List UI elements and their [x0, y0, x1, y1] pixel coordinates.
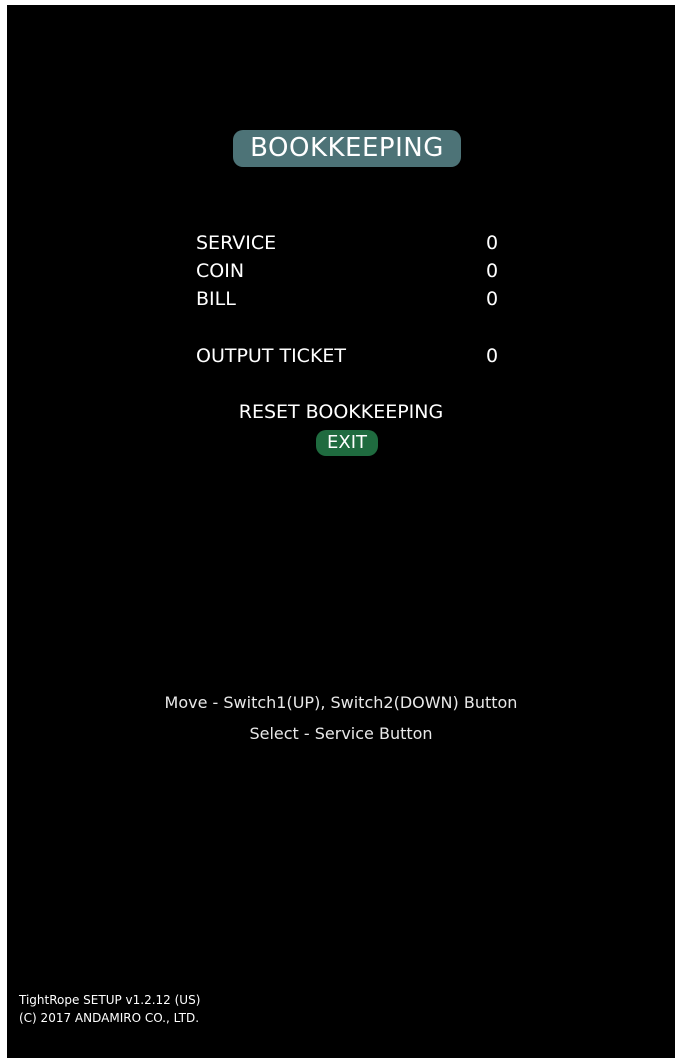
copyright-text: (C) 2017 ANDAMIRO CO., LTD.	[19, 1011, 200, 1025]
output-ticket-row: OUTPUT TICKET 0	[196, 343, 506, 369]
service-label: SERVICE	[196, 232, 277, 254]
bill-value: 0	[486, 288, 499, 310]
service-row: SERVICE 0	[196, 230, 506, 256]
reset-bookkeeping-option[interactable]: RESET BOOKKEEPING	[7, 399, 675, 425]
coin-row: COIN 0	[196, 258, 506, 284]
coin-value: 0	[486, 260, 499, 282]
output-ticket-label: OUTPUT TICKET	[196, 345, 347, 367]
setup-screen: BOOKKEEPING SERVICE 0 COIN 0 BILL 0 OUTP…	[7, 5, 675, 1058]
coin-label: COIN	[196, 260, 245, 282]
bill-row: BILL 0	[196, 286, 506, 312]
help-move: Move - Switch1(UP), Switch2(DOWN) Button	[164, 693, 518, 712]
help-select: Select - Service Button	[249, 724, 433, 743]
page-title: BOOKKEEPING	[233, 130, 461, 167]
exit-option[interactable]: EXIT	[316, 430, 378, 456]
version-text: TightRope SETUP v1.2.12 (US)	[19, 993, 201, 1007]
service-value: 0	[486, 232, 499, 254]
output-ticket-value: 0	[486, 345, 499, 367]
bill-label: BILL	[196, 288, 236, 310]
